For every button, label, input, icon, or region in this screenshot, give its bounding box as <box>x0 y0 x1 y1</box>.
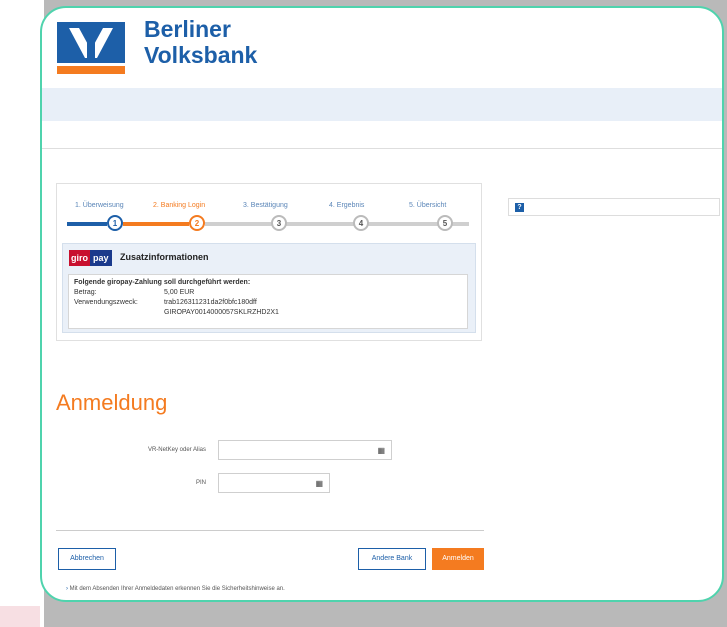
step-circle-2: 2 <box>189 215 205 231</box>
progress-track-done <box>67 222 107 226</box>
giropay-info-title: Zusatzinformationen <box>120 252 209 262</box>
bank-name-line1: Berliner <box>144 16 231 42</box>
giropay-logo-pay: pay <box>90 250 112 266</box>
giropay-logo-giro: giro <box>69 250 90 266</box>
pin-input[interactable]: ▦ <box>218 473 330 493</box>
chevron-right-icon: › <box>66 586 68 592</box>
decorative-corner <box>0 606 40 627</box>
keyboard-icon[interactable]: ▦ <box>377 446 385 455</box>
purpose-row-2: GIROPAY0014000057SKLRZHD2X1 <box>74 308 462 318</box>
amount-row: Betrag: 5,00 EUR <box>74 288 462 298</box>
step-circle-4: 4 <box>353 215 369 231</box>
other-bank-button[interactable]: Andere Bank <box>358 548 426 570</box>
purpose-value-line1: trab126311231da2f0bfc180dff <box>164 299 257 306</box>
giropay-info-box: giro pay Zusatzinformationen Folgende gi… <box>62 243 476 333</box>
purpose-label: Verwendungszweck: <box>74 299 138 306</box>
pin-label: PIN <box>195 480 206 486</box>
form-divider <box>56 530 484 531</box>
step-label-1: 1. Überweisung <box>75 202 124 209</box>
header-band <box>42 88 722 121</box>
netkey-label: VR-NetKey oder Alias <box>147 447 206 453</box>
security-note-text: Mit dem Absenden Ihrer Anmeldedaten erke… <box>69 586 285 592</box>
keyboard-icon[interactable]: ▦ <box>315 479 323 488</box>
login-heading: Anmeldung <box>56 390 168 415</box>
security-note: › Mit dem Absenden Ihrer Anmeldedaten er… <box>66 586 285 592</box>
step-label-2: 2. Banking Login <box>153 202 206 209</box>
step-label-5: 5. Übersicht <box>409 202 447 209</box>
cancel-button[interactable]: Abbrechen <box>58 548 116 570</box>
progress-track-pending <box>205 222 469 226</box>
step-circle-5: 5 <box>437 215 453 231</box>
volksbank-logo-icon <box>57 22 125 74</box>
help-icon[interactable]: ? <box>515 203 524 212</box>
netkey-input[interactable]: ▦ <box>218 440 392 460</box>
amount-label: Betrag: <box>74 289 97 296</box>
bank-name-line2: Volksbank <box>144 42 258 68</box>
amount-value: 5,00 EUR <box>164 289 195 296</box>
browser-frame: Berliner Volksbank 1. Überweisung 2. Ban… <box>40 6 724 602</box>
login-button[interactable]: Anmelden <box>432 548 484 570</box>
payment-details: Folgende giropay-Zahlung soll durchgefüh… <box>68 274 468 329</box>
progress-panel: 1. Überweisung 2. Banking Login 3. Bestä… <box>56 183 482 341</box>
progress-track-active <box>123 222 189 226</box>
step-label-3: 3. Bestätigung <box>243 202 288 209</box>
step-circle-3: 3 <box>271 215 287 231</box>
payment-intro: Folgende giropay-Zahlung soll durchgefüh… <box>74 279 251 286</box>
step-circle-1: 1 <box>107 215 123 231</box>
giropay-logo: giro pay <box>69 250 112 266</box>
bank-name: Berliner Volksbank <box>144 16 257 68</box>
purpose-row: Verwendungszweck: trab126311231da2f0bfc1… <box>74 298 462 308</box>
step-label-4: 4. Ergebnis <box>329 202 365 209</box>
header-divider <box>42 148 722 149</box>
purpose-value-line2: GIROPAY0014000057SKLRZHD2X1 <box>164 309 279 316</box>
help-box: ? <box>508 198 720 216</box>
